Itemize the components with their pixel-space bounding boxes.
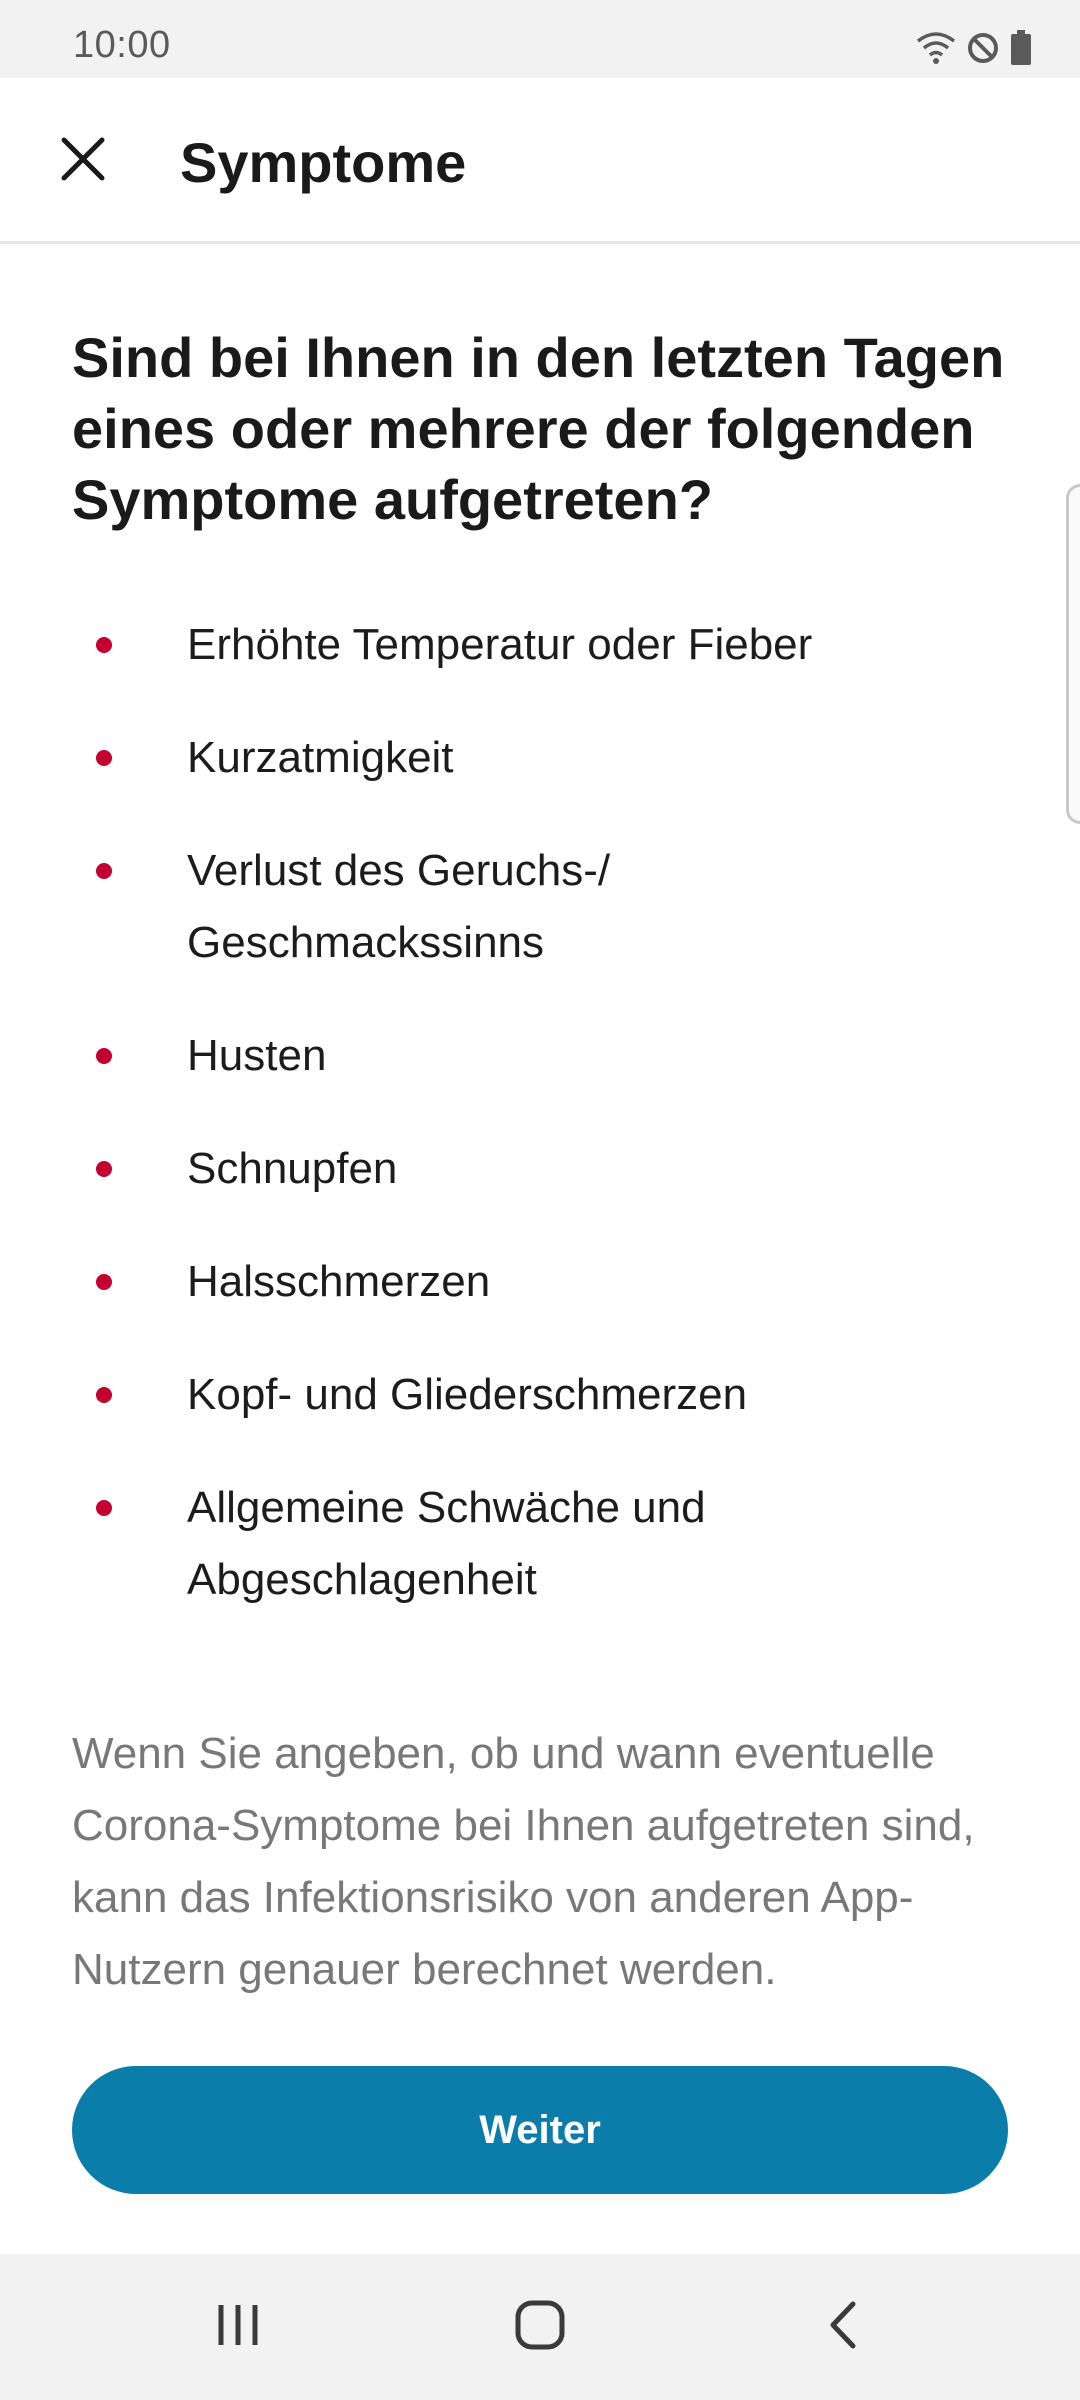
list-item: Kopf- und Gliederschmerzen: [72, 1359, 1012, 1431]
recent-apps-button[interactable]: [203, 2292, 273, 2362]
battery-icon: [1010, 30, 1032, 66]
symptom-label: Erhöhte Temperatur oder Fieber: [187, 620, 813, 669]
bullet-dot: [96, 1048, 112, 1064]
bullet-dot: [96, 1387, 112, 1403]
bullet-dot: [96, 863, 112, 879]
info-text: Wenn Sie angeben, ob und wann eventuelle…: [72, 1729, 975, 1994]
app-bar: Symptome: [0, 78, 1080, 244]
symptom-list: Erhöhte Temperatur oder Fieber Kurzatmig…: [72, 609, 1012, 1616]
list-item: Kurzatmigkeit: [72, 722, 1012, 794]
bullet-dot: [96, 1161, 112, 1177]
status-icons: [916, 28, 1032, 68]
bullet-dot: [96, 637, 112, 653]
list-item: Halsschmerzen: [72, 1246, 1012, 1318]
symptom-label: Kopf- und Gliederschmerzen: [187, 1370, 748, 1419]
scrollbar[interactable]: [1066, 484, 1080, 824]
back-button[interactable]: [807, 2292, 877, 2362]
screen: 10:00 Symptome Sind bei Ihnen in den let…: [0, 0, 1080, 2400]
list-item: Verlust des Geruchs-/ Geschmackssinns: [72, 835, 1012, 979]
recent-apps-icon: [215, 2303, 261, 2352]
symptom-label: Allgemeine Schwäche und Abgeschlagenheit: [187, 1483, 706, 1604]
close-icon: [60, 136, 106, 187]
home-icon: [515, 2300, 565, 2355]
symptom-label: Husten: [187, 1031, 327, 1080]
do-not-disturb-icon: [966, 31, 1000, 65]
page-title: Symptome: [180, 131, 467, 194]
symptom-label: Kurzatmigkeit: [187, 733, 454, 782]
list-item: Allgemeine Schwäche und Abgeschlagenheit: [72, 1472, 1012, 1616]
symptom-question: Sind bei Ihnen in den letzten Tagen eine…: [72, 326, 1005, 531]
bullet-dot: [96, 1500, 112, 1516]
back-icon: [825, 2300, 859, 2355]
status-time: 10:00: [73, 24, 171, 66]
home-button[interactable]: [505, 2292, 575, 2362]
navigation-bar: [0, 2254, 1080, 2400]
list-item: Husten: [72, 1020, 1012, 1092]
wifi-icon: [916, 31, 956, 65]
main-content: Sind bei Ihnen in den letzten Tagen eine…: [72, 322, 1012, 2000]
bullet-dot: [96, 750, 112, 766]
symptom-label: Halsschmerzen: [187, 1257, 491, 1306]
list-item: Erhöhte Temperatur oder Fieber: [72, 609, 1012, 681]
status-bar: 10:00: [0, 0, 1080, 78]
list-item: Schnupfen: [72, 1133, 1012, 1205]
symptom-label: Schnupfen: [187, 1144, 398, 1193]
close-button[interactable]: [48, 126, 118, 196]
symptom-label: Verlust des Geruchs-/ Geschmackssinns: [187, 846, 611, 967]
next-button[interactable]: Weiter: [72, 2066, 1008, 2194]
bullet-dot: [96, 1274, 112, 1290]
